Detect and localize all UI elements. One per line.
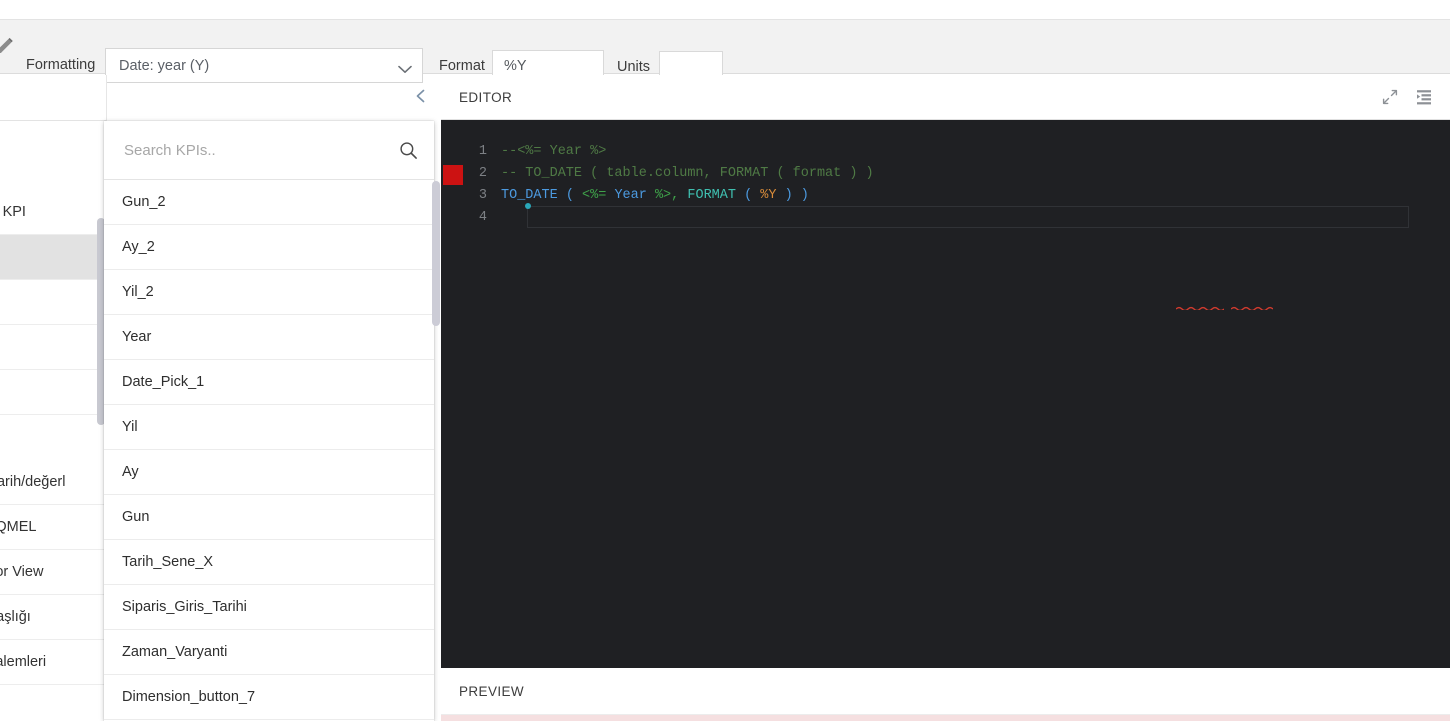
search-icon[interactable] bbox=[399, 141, 418, 160]
kpi-list-item[interactable]: Tarih_Sene_X bbox=[104, 540, 434, 585]
formatting-label: Formatting bbox=[26, 57, 96, 73]
kpi-list-item[interactable]: Zaman_Varyanti bbox=[104, 630, 434, 675]
kpi-list-item[interactable]: Gun bbox=[104, 495, 434, 540]
line-number: 1 bbox=[478, 144, 487, 159]
background-row[interactable]: ğı bbox=[0, 280, 106, 325]
background-panel-divider bbox=[0, 120, 106, 121]
code-token-close-parens: ) ) bbox=[776, 188, 809, 203]
kpi-search-bar bbox=[104, 121, 434, 180]
format-label: Format bbox=[439, 58, 485, 74]
kpi-list-item[interactable]: Dimension_button_7 bbox=[104, 675, 434, 720]
code-token-keyword: FORMAT bbox=[679, 188, 736, 203]
code-token-identifier: Year bbox=[606, 188, 655, 203]
chevron-left-icon bbox=[413, 88, 429, 109]
code-token-paren2: ( bbox=[735, 188, 761, 203]
editor-cursor-dot bbox=[525, 203, 531, 209]
pencil-icon[interactable] bbox=[0, 36, 16, 58]
kpi-list-item[interactable]: Date_Pick_1 bbox=[104, 360, 434, 405]
background-row[interactable]: O_QMEL bbox=[0, 505, 106, 550]
kpi-list-item-label: Zaman_Varyanti bbox=[122, 644, 228, 660]
kpi-list-item-label: Gun bbox=[122, 509, 150, 525]
background-row[interactable] bbox=[0, 370, 106, 415]
background-row[interactable] bbox=[0, 685, 106, 721]
active-line-highlight bbox=[527, 206, 1409, 228]
background-row[interactable]: e başlığı bbox=[0, 595, 106, 640]
code-token-paren: ( bbox=[557, 188, 583, 203]
kpi-list-item-label: Yil bbox=[122, 419, 138, 435]
editor-title: EDITOR bbox=[459, 89, 513, 105]
kpi-item-list[interactable]: Gun_2 Ay_2 Yil_2 Year Date_Pick_1 Yil Ay Gun Tar… bbox=[104, 180, 434, 721]
background-row-label: le for View bbox=[0, 564, 44, 580]
error-squiggle-1 bbox=[1176, 306, 1224, 310]
kpi-list-item-label: Tarih_Sene_X bbox=[122, 554, 214, 570]
background-row-label: ess KPI bbox=[0, 204, 26, 220]
background-row[interactable]: ess KPI bbox=[0, 190, 106, 235]
kpi-list-item[interactable]: Ay bbox=[104, 450, 434, 495]
expand-icon[interactable] bbox=[1380, 87, 1400, 107]
background-kpi-panel: ess KPI ğı ar/tarih/değerl O_QMELle for Vie… bbox=[0, 75, 107, 721]
background-row[interactable] bbox=[0, 325, 106, 370]
background-row-label: ar/tarih/değerl bbox=[0, 474, 66, 490]
background-row-label: O_QMEL bbox=[0, 519, 37, 535]
format-list-icon[interactable] bbox=[1414, 87, 1434, 107]
code-line-2: 2 -- TO_DATE ( table.column, FORMAT ( fo… bbox=[441, 163, 1450, 185]
formatting-select[interactable]: Date: year (Y) bbox=[105, 48, 423, 83]
kpi-list-item-label: Dimension_button_7 bbox=[122, 689, 256, 705]
preview-title: PREVIEW bbox=[459, 683, 525, 699]
code-line-3: 3 TO_DATE ( <%= Year %>, FORMAT ( %Y ) ) bbox=[441, 185, 1450, 207]
kpi-list-scrollbar[interactable] bbox=[432, 181, 440, 326]
code-token-tag-open: <%= bbox=[582, 188, 607, 203]
code-editor[interactable]: 1 --<%= Year %> 2 -- TO_DATE ( table.col… bbox=[441, 120, 1450, 668]
formatting-toolbar: Formatting Date: year (Y) Format %Y Unit… bbox=[0, 19, 1450, 83]
kpi-list-item-label: Yil_2 bbox=[122, 284, 154, 300]
background-row-label: e kalemleri bbox=[0, 654, 47, 670]
kpi-list-item[interactable]: Gun_2 bbox=[104, 180, 434, 225]
kpi-list-item-label: Date_Pick_1 bbox=[122, 374, 205, 390]
preview-header: PREVIEW bbox=[441, 668, 1450, 715]
chevron-down-icon bbox=[398, 61, 412, 73]
background-row[interactable]: le for View bbox=[0, 550, 106, 595]
error-squiggle-2 bbox=[1231, 306, 1273, 310]
kpi-list-item[interactable]: Yil bbox=[104, 405, 434, 450]
code-top-strip bbox=[441, 120, 1450, 123]
kpi-list-item-label: Siparis_Giris_Tarihi bbox=[122, 599, 247, 615]
search-input[interactable] bbox=[122, 140, 399, 160]
kpi-list-item-label: Gun_2 bbox=[122, 194, 166, 210]
kpi-list-item-label: Ay_2 bbox=[122, 239, 155, 255]
editor-column: EDITOR 1 --<%= Year %> 2 -- TO_DATE (ta… bbox=[441, 75, 1450, 721]
background-row[interactable]: ar/tarih/değerl bbox=[0, 460, 106, 505]
error-banner: Error in formula Syntax error near [%] a… bbox=[441, 715, 1450, 721]
code-token-tag-close: %>, bbox=[654, 188, 680, 203]
code-token-comment: --<%= Year %> bbox=[501, 144, 607, 159]
kpi-list-item[interactable]: Siparis_Giris_Tarihi bbox=[104, 585, 434, 630]
formatting-select-value: Date: year (Y) bbox=[119, 57, 210, 74]
format-input-value: %Y bbox=[504, 58, 527, 74]
kpi-list-item-label: Year bbox=[122, 329, 152, 345]
line-number: 4 bbox=[478, 210, 487, 225]
kpi-list-item[interactable]: Ay_2 bbox=[104, 225, 434, 270]
collapse-panel-button[interactable] bbox=[409, 86, 433, 110]
editor-header: EDITOR bbox=[441, 75, 1450, 120]
code-token-comment: -- TO_DATE ( table.column, FORMAT ( form… bbox=[501, 166, 874, 181]
line-number: 3 bbox=[478, 188, 487, 203]
kpi-list-item[interactable]: Yil_2 bbox=[104, 270, 434, 315]
window-top-strip bbox=[0, 0, 1450, 19]
kpi-search-panel: Gun_2 Ay_2 Yil_2 Year Date_Pick_1 Yil Ay Gun Tar… bbox=[104, 121, 434, 721]
code-token-format-string: %Y bbox=[760, 188, 777, 203]
kpi-list-item[interactable]: Year bbox=[104, 315, 434, 360]
background-row[interactable] bbox=[0, 235, 106, 280]
error-gutter-marker[interactable] bbox=[443, 165, 463, 185]
background-row[interactable]: e kalemleri bbox=[0, 640, 106, 685]
background-row-label: e başlığı bbox=[0, 609, 31, 625]
code-line-1: 1 --<%= Year %> bbox=[441, 141, 1450, 163]
units-label: Units bbox=[617, 59, 651, 75]
kpi-list-item-label: Ay bbox=[122, 464, 139, 480]
